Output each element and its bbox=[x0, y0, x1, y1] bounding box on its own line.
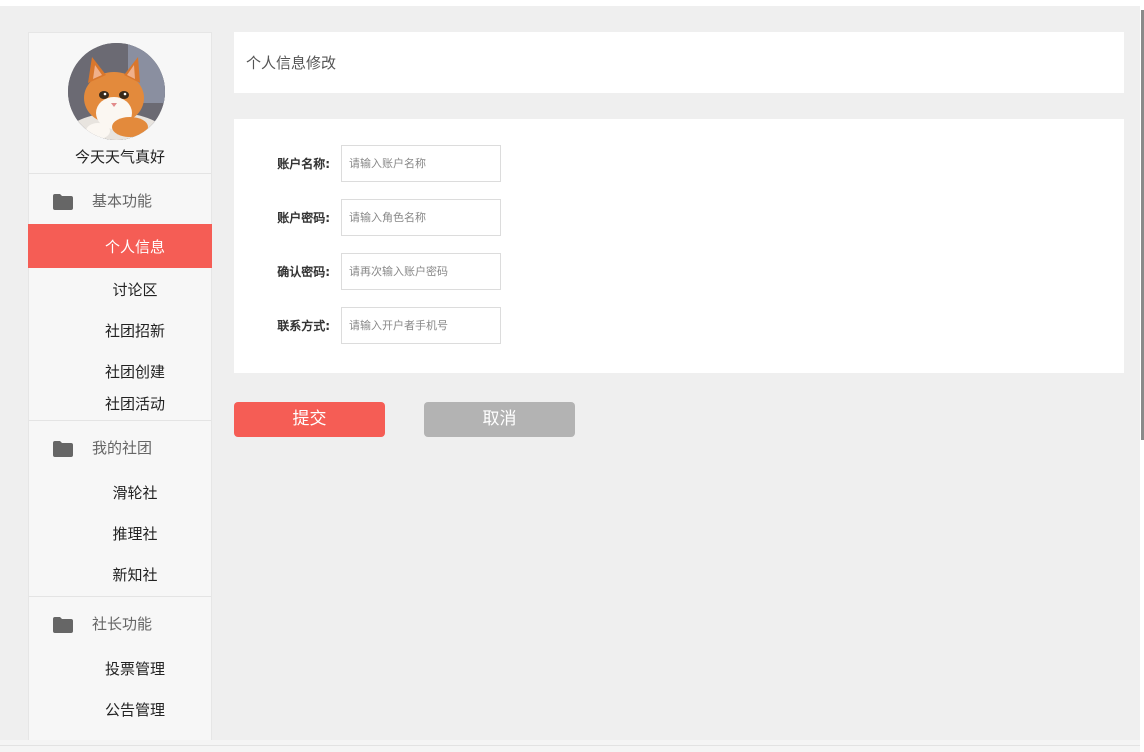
sidebar-item-club-knowledge[interactable]: 新知社 bbox=[29, 553, 211, 596]
form-row-account-password: 账户密码: bbox=[234, 199, 1124, 236]
menu-group-header[interactable]: 社长功能 bbox=[29, 597, 211, 647]
avatar[interactable] bbox=[68, 43, 165, 140]
user-nickname: 今天天气真好 bbox=[74, 148, 165, 166]
sidebar-item-label: 公告管理 bbox=[104, 701, 165, 719]
vertical-scrollbar[interactable] bbox=[1140, 0, 1144, 752]
page-header: 个人信息修改 bbox=[234, 32, 1124, 93]
scrollbar-track bbox=[0, 745, 1144, 746]
confirm-password-label: 确认密码: bbox=[277, 265, 330, 279]
sidebar-item-label: 新知社 bbox=[112, 566, 158, 584]
menu-group-title: 基本功能 bbox=[92, 192, 153, 210]
menu-group-president: 社长功能 投票管理 公告管理 bbox=[29, 597, 211, 729]
cat-avatar-image bbox=[68, 43, 165, 140]
profile-card: 今天天气真好 bbox=[29, 33, 211, 174]
account-password-input[interactable] bbox=[341, 199, 501, 236]
form-row-confirm-password: 确认密码: bbox=[234, 253, 1124, 290]
menu-group-header[interactable]: 我的社团 bbox=[29, 421, 211, 471]
form-row-account-name: 账户名称: bbox=[234, 145, 1124, 182]
folder-icon bbox=[53, 441, 73, 457]
sidebar-item-label: 滑轮社 bbox=[112, 484, 158, 502]
sidebar-item-label: 社团活动 bbox=[104, 395, 165, 413]
submit-button[interactable]: 提交 bbox=[234, 402, 385, 437]
account-name-label: 账户名称: bbox=[277, 157, 330, 171]
cancel-button[interactable]: 取消 bbox=[424, 402, 575, 437]
app-window: 今天天气真好 基本功能 个人信息 讨论区 社团招新 社团创建 社团活动 我的社团… bbox=[0, 6, 1140, 740]
menu-group-title: 社长功能 bbox=[92, 615, 153, 633]
sidebar-item-label: 社团招新 bbox=[104, 322, 165, 340]
menu-group-title: 我的社团 bbox=[92, 439, 153, 457]
confirm-password-input[interactable] bbox=[341, 253, 501, 290]
sidebar-item-club-skating[interactable]: 滑轮社 bbox=[29, 471, 211, 512]
page-title: 个人信息修改 bbox=[246, 54, 337, 72]
sidebar-item-club-create[interactable]: 社团创建 bbox=[29, 350, 211, 388]
sidebar-item-club-mystery[interactable]: 推理社 bbox=[29, 512, 211, 553]
account-password-label: 账户密码: bbox=[277, 211, 330, 225]
sidebar-item-personal-info[interactable]: 个人信息 bbox=[28, 224, 212, 268]
menu-group-basic: 基本功能 个人信息 讨论区 社团招新 社团创建 社团活动 bbox=[28, 174, 212, 421]
menu-group-my-clubs: 我的社团 滑轮社 推理社 新知社 bbox=[29, 421, 211, 597]
sidebar-item-club-activity[interactable]: 社团活动 bbox=[29, 388, 211, 420]
sidebar-item-label: 社团创建 bbox=[104, 363, 165, 381]
contact-input[interactable] bbox=[341, 307, 501, 344]
sidebar-item-discussion[interactable]: 讨论区 bbox=[29, 268, 211, 309]
folder-icon bbox=[53, 617, 73, 633]
sidebar-item-label: 个人信息 bbox=[104, 238, 165, 256]
sidebar: 今天天气真好 基本功能 个人信息 讨论区 社团招新 社团创建 社团活动 我的社团… bbox=[28, 32, 212, 740]
sidebar-item-club-recruit[interactable]: 社团招新 bbox=[29, 309, 211, 350]
profile-form: 账户名称: 账户密码: 确认密码: 联系方式: bbox=[234, 119, 1124, 373]
folder-icon bbox=[53, 194, 73, 210]
sidebar-item-notice-manage[interactable]: 公告管理 bbox=[29, 688, 211, 729]
sidebar-item-vote-manage[interactable]: 投票管理 bbox=[29, 647, 211, 688]
horizontal-scrollbar[interactable] bbox=[0, 740, 1144, 752]
sidebar-item-label: 推理社 bbox=[112, 525, 158, 543]
account-name-input[interactable] bbox=[341, 145, 501, 182]
form-row-contact: 联系方式: bbox=[234, 307, 1124, 344]
sidebar-item-label: 投票管理 bbox=[104, 660, 165, 678]
sidebar-item-label: 讨论区 bbox=[112, 281, 158, 299]
menu-group-header[interactable]: 基本功能 bbox=[29, 174, 211, 224]
contact-label: 联系方式: bbox=[277, 319, 330, 333]
